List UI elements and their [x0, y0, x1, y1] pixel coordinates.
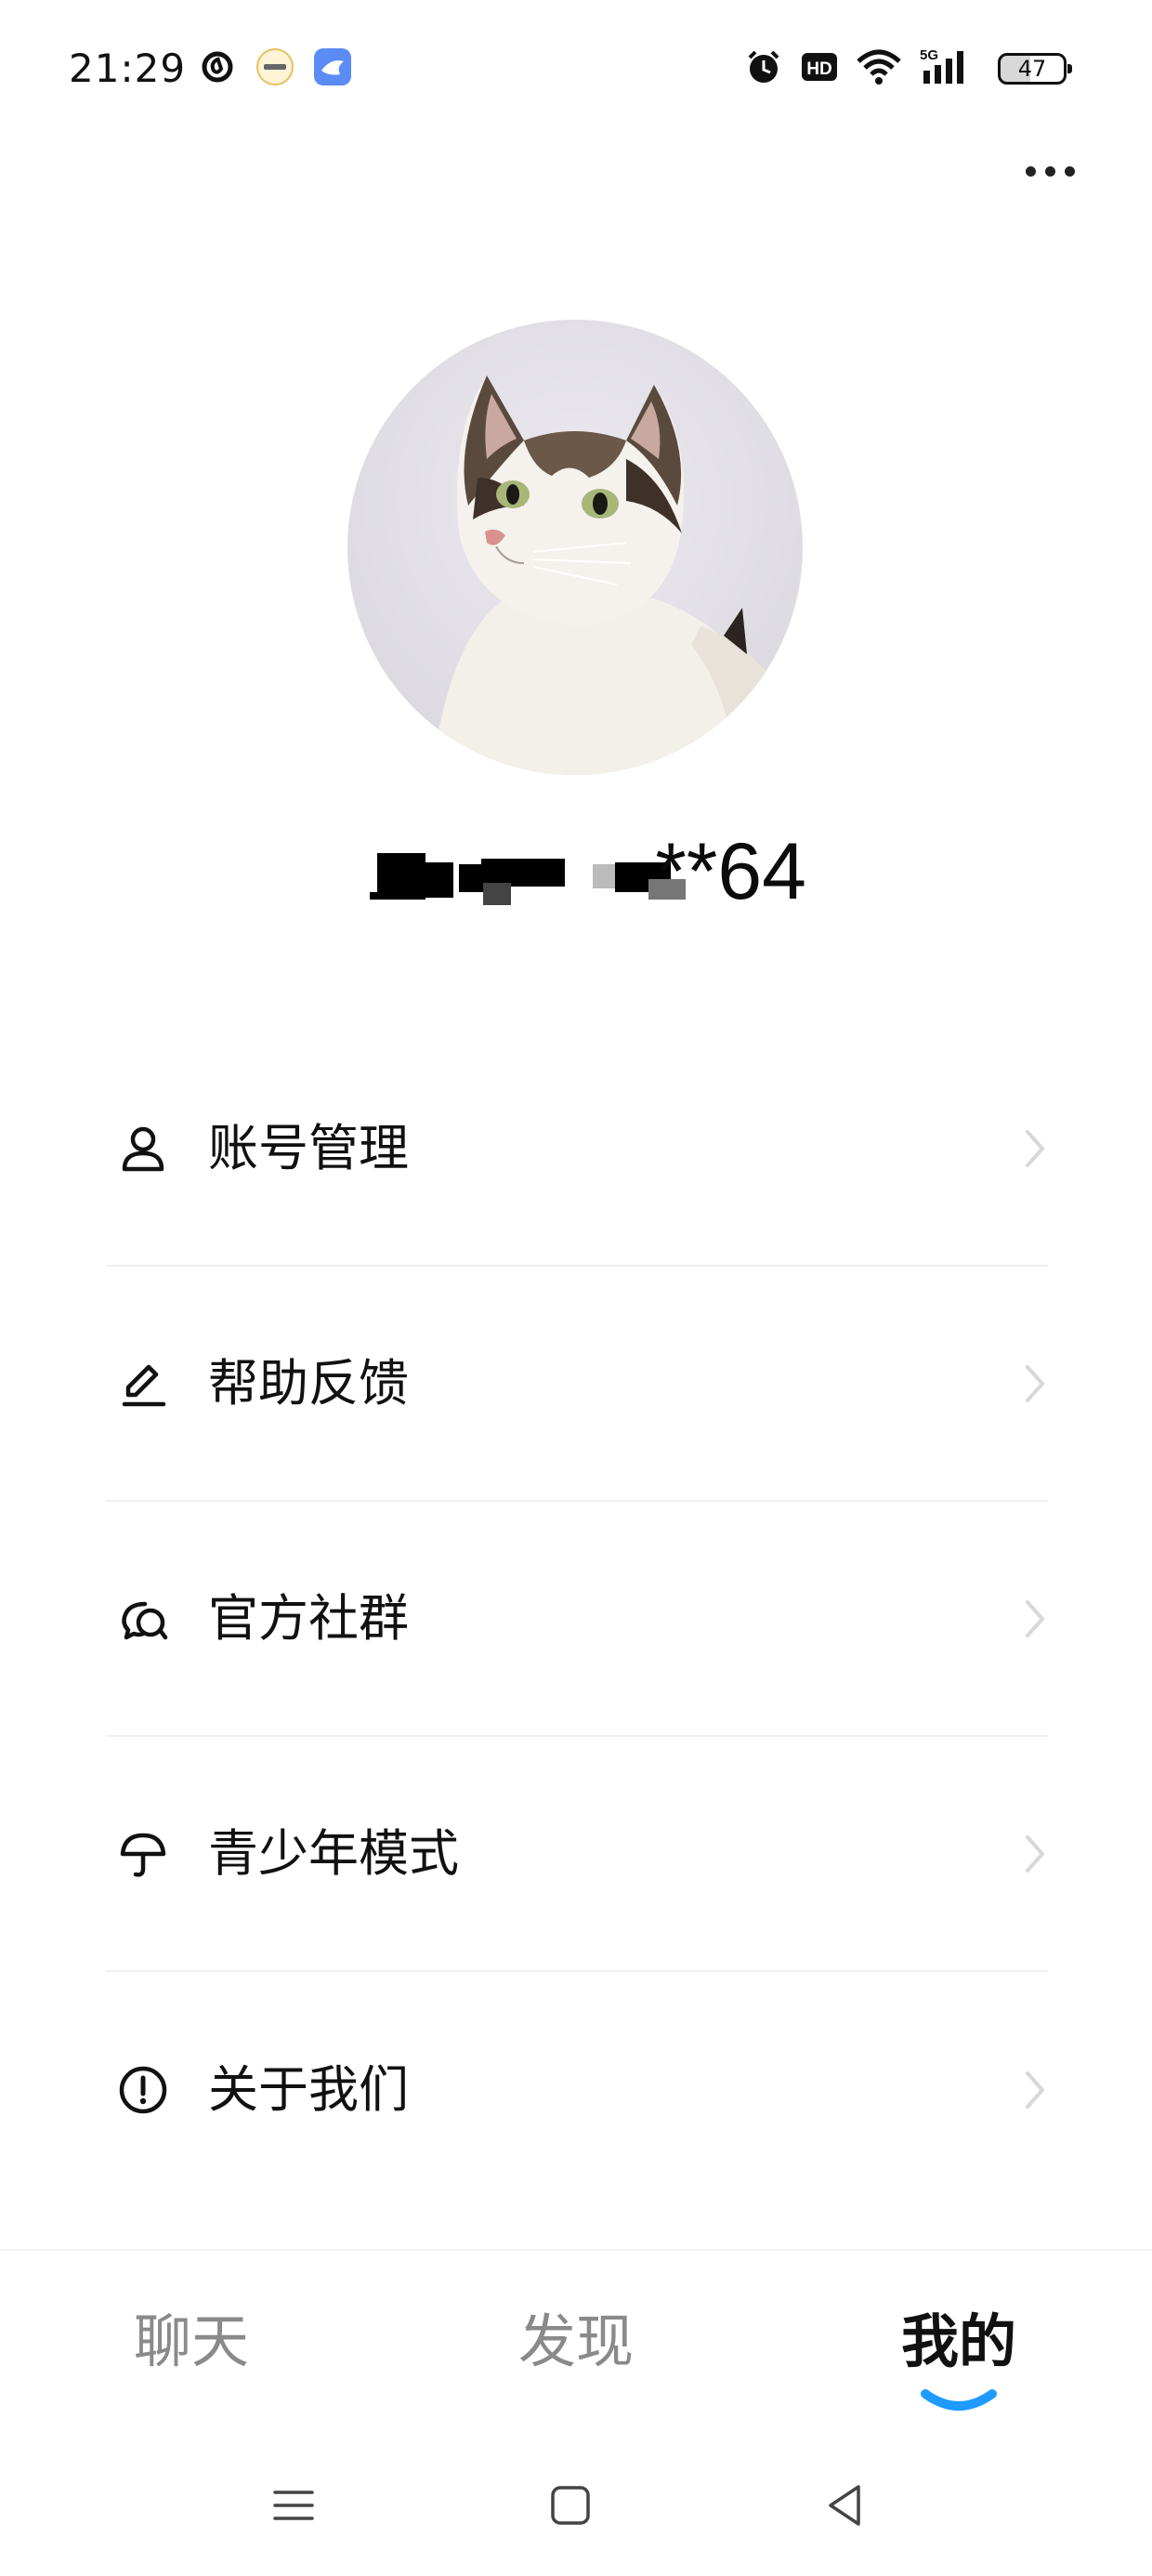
alarm-icon [743, 46, 784, 91]
battery-level: 47 [1017, 56, 1047, 82]
menu-item-label: 青少年模式 [208, 1823, 459, 1883]
hd-icon: HD [799, 46, 840, 91]
menu-item-about-us[interactable]: 关于我们 [106, 1972, 1048, 2207]
menu-item-label: 帮助反馈 [208, 1353, 409, 1413]
tab-mine[interactable]: 我的 [857, 2305, 1061, 2379]
square-icon [551, 2486, 590, 2525]
menu-lines-icon [273, 2491, 314, 2520]
username-text: **64 [655, 827, 806, 916]
username: **64 [370, 825, 806, 927]
menu-item-help-feedback[interactable]: 帮助反馈 [106, 1267, 1048, 1502]
network-label: 5G [920, 47, 938, 63]
home-button[interactable] [543, 2477, 598, 2533]
status-right-icons: HD 5G 47 [743, 46, 1072, 91]
tab-discover[interactable]: 发现 [474, 2305, 678, 2379]
active-tab-indicator [921, 2389, 997, 2411]
more-dot-icon [1044, 165, 1055, 177]
menu-item-official-community[interactable]: 官方社群 [106, 1502, 1048, 1737]
exclamation-circle-icon [115, 2062, 171, 2118]
profile-screen: 21:29 HD 5G 47 **64 账号管理 帮助反馈 官方社群 青少年模式… [0, 0, 1152, 2576]
system-navigation-bar [0, 2435, 1152, 2576]
settings-menu: 账号管理 帮助反馈 官方社群 青少年模式 关于我们 [106, 1032, 1048, 2207]
menu-item-label: 官方社群 [208, 1588, 409, 1648]
back-button[interactable] [818, 2477, 873, 2533]
netease-music-icon [197, 46, 238, 87]
5g-signal-icon: 5G [918, 46, 974, 91]
back-triangle-icon [829, 2485, 860, 2526]
chevron-right-icon [1020, 2068, 1048, 2112]
avatar-cat-image [347, 320, 803, 775]
menu-item-account[interactable]: 账号管理 [106, 1032, 1048, 1267]
pencil-icon [115, 1356, 171, 1412]
bottom-tab-bar: 聊天 发现 我的 [0, 2249, 1152, 2435]
menu-item-label: 账号管理 [208, 1118, 409, 1177]
realme-icon [255, 46, 295, 87]
chevron-right-icon [1020, 1126, 1048, 1171]
menu-item-label: 关于我们 [208, 2059, 409, 2119]
more-dot-icon [1025, 165, 1036, 177]
more-dot-icon [1064, 165, 1075, 177]
menu-item-teen-mode[interactable]: 青少年模式 [106, 1737, 1048, 1972]
avatar[interactable] [347, 320, 803, 775]
status-time: 21:29 [69, 46, 187, 91]
chat-bubbles-icon [115, 1591, 171, 1647]
tab-chat[interactable]: 聊天 [89, 2305, 294, 2379]
umbrella-icon [115, 1826, 171, 1882]
more-options-button[interactable] [1013, 149, 1087, 193]
wifi-icon [855, 46, 903, 91]
bird-app-icon [312, 46, 353, 87]
hd-label: HD [806, 59, 831, 79]
chevron-right-icon [1020, 1361, 1048, 1406]
chevron-right-icon [1020, 1597, 1048, 1641]
status-bar: 21:29 HD 5G 47 [0, 0, 1152, 139]
status-app-icons [197, 46, 353, 87]
recent-apps-button[interactable] [266, 2477, 321, 2533]
chevron-right-icon [1020, 1832, 1048, 1876]
battery-icon: 47 [998, 53, 1072, 85]
person-icon [115, 1121, 171, 1176]
